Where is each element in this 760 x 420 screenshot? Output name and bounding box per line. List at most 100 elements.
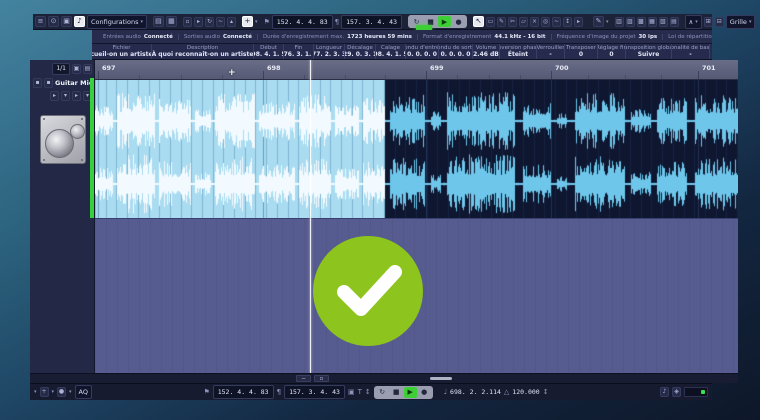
mixconsole-icon[interactable]: ≡ (35, 16, 46, 27)
ruler[interactable]: 697 698 699 700 701 (95, 60, 738, 80)
panel-top-bar: 1/1 ▣ ▤ (30, 62, 95, 75)
snap-on-icon[interactable]: ⊞ (703, 16, 713, 27)
tempo-display[interactable]: 120.000 (512, 388, 539, 396)
camera-icon[interactable]: ▣ (72, 63, 81, 74)
tool-split-icon[interactable]: ✂ (508, 16, 517, 27)
track-option-2-button[interactable]: ▾ (61, 91, 70, 101)
bottom-transport-bar: ▾ + ▾ ● ▾ AQ ⚑ 152. 4. 4. 83 ¶ 157. 3. 4… (30, 383, 712, 400)
playhead-cursor[interactable] (310, 60, 311, 373)
color-tool-icon[interactable]: ✎ (593, 16, 604, 27)
solo-editor-button[interactable]: ▫ (182, 16, 192, 27)
grid-view-4-icon[interactable]: ▦ (647, 16, 657, 27)
aq-button[interactable]: AQ (74, 385, 92, 399)
quarter-note-icon: ♩ (443, 388, 448, 396)
grid-dropdown[interactable]: Grille ▾ (725, 14, 756, 29)
record-button[interactable]: ● (452, 16, 465, 27)
locator-right-icon[interactable]: ¶ (335, 18, 339, 26)
cycle-time-display[interactable]: 157. 3. 4. 43 (341, 14, 402, 29)
tool-erase-icon[interactable]: ▱ (519, 16, 528, 27)
audition-volume-button[interactable]: ~ (215, 16, 225, 27)
autoscroll-button[interactable]: ▴ (226, 16, 236, 27)
tool-listen-icon[interactable]: ▸ (574, 16, 583, 27)
audition-loop-button[interactable]: ↻ (204, 16, 214, 27)
tempo-stepper-icon[interactable]: ↕ (543, 388, 549, 396)
bottom-position-display[interactable]: 152. 4. 4. 83 (212, 385, 274, 399)
grid-view-1-icon[interactable]: ▥ (614, 16, 624, 27)
studio-monitor-icon[interactable]: ▤ (152, 16, 164, 27)
grid-view-5-icon[interactable]: ▧ (658, 16, 668, 27)
status-pan-law[interactable]: Loi de répartition stéréo du projetÉnerg… (663, 34, 712, 40)
status-record-time[interactable]: Durée d'enregistrement max. 1723 heures 5… (258, 33, 418, 40)
tool-zoom-icon[interactable]: ◎ (541, 16, 550, 27)
studio-camera-icon[interactable]: ▦ (165, 16, 177, 27)
zoom-preset-button[interactable]: ▫ (314, 375, 329, 382)
ruler-minor-tick (303, 75, 305, 79)
snap-mode-icon[interactable]: ● (57, 387, 67, 397)
info-col-global-transpose: Transposition globaleSuivre (626, 44, 672, 59)
chevron-down-icon[interactable]: ▾ (52, 389, 55, 395)
chevron-down-icon[interactable]: ▾ (255, 19, 258, 25)
track-solo-button[interactable]: ▪ (44, 78, 53, 88)
crosshair-snap-icon[interactable]: + (39, 387, 49, 397)
ruler-tick (551, 71, 552, 79)
window-layout-icon[interactable]: ⊙ (48, 16, 59, 27)
chevron-down-icon[interactable]: ▾ (606, 19, 609, 25)
record-button[interactable]: ● (418, 387, 431, 398)
level-meter-led (701, 390, 706, 394)
chevron-down-icon: ▾ (140, 18, 143, 25)
waveform-display[interactable] (95, 80, 738, 218)
grid-label: Grille (729, 17, 747, 26)
grid-view-6-icon[interactable]: ▤ (669, 16, 679, 27)
track-option-1-button[interactable]: ▸ (50, 91, 59, 101)
grid-view-2-icon[interactable]: ▨ (625, 16, 635, 27)
song-position-display[interactable]: 698. 2. 2.114 (450, 388, 501, 396)
scrollbar-thumb[interactable] (430, 377, 452, 380)
check-circle (313, 236, 423, 346)
locator-left-icon[interactable]: ⚑ (264, 18, 270, 26)
tool-stretch-icon[interactable]: ↕ (563, 16, 572, 27)
play-button[interactable]: ▶ (438, 16, 451, 27)
ruler-minor-tick (180, 75, 182, 79)
curve-type-dropdown[interactable]: ∧ ▾ (684, 14, 702, 29)
lock-icon[interactable]: ▣ (348, 388, 355, 396)
tool-select-icon[interactable]: ↖ (473, 16, 484, 27)
tool-range-icon[interactable]: ▭ (486, 16, 495, 27)
bottom-cycle-display[interactable]: 157. 3. 4. 43 (284, 385, 345, 399)
crosshair-tool-button[interactable]: + (241, 16, 253, 27)
chevron-down-icon[interactable]: ▾ (69, 389, 72, 395)
scroll-strip: − ▫ (30, 373, 738, 383)
snap-type-icon[interactable]: ⊟ (714, 16, 724, 27)
speaker-image (40, 115, 86, 164)
updown-icon[interactable]: ↕ (365, 388, 371, 396)
cycle-button[interactable]: ↻ (376, 387, 389, 398)
status-record-format[interactable]: Format d'enregistrement 44.1 kHz - 16 bit (418, 33, 552, 40)
zoom-out-button[interactable]: − (296, 375, 311, 382)
locator-left-icon[interactable]: ⚑ (203, 388, 209, 396)
midi-activity-icon[interactable]: ◈ (672, 387, 682, 397)
inspector-icon[interactable]: ▣ (61, 16, 72, 27)
ruler-tick-label: 701 (702, 64, 716, 72)
ruler-minor-tick (385, 75, 387, 79)
options-dropdown-icon[interactable]: ▾ (34, 389, 37, 395)
track-option-3-button[interactable]: ▸ (72, 91, 81, 101)
letter-t-icon[interactable]: T (358, 388, 362, 396)
info-col-offset: Décalage829. 0. 3. 17 (345, 44, 376, 59)
track-mute-button[interactable]: ▪ (33, 78, 42, 88)
locator-right-icon[interactable]: ¶ (277, 388, 281, 396)
tool-scrub-icon[interactable]: ~ (552, 16, 561, 27)
status-audio-inputs[interactable]: Entrées audio Connecté (98, 33, 179, 40)
configurations-dropdown[interactable]: Configurations ▾ (87, 14, 147, 29)
play-button[interactable]: ▶ (403, 386, 417, 398)
audio-activity-icon[interactable]: ♪ (660, 387, 670, 397)
tool-mute-icon[interactable]: × (530, 16, 539, 27)
audition-play-button[interactable]: ▸ (193, 16, 203, 27)
status-frame-rate[interactable]: Fréquence d'image du projet 30 ips (552, 33, 664, 40)
tool-draw-icon[interactable]: ✎ (497, 16, 506, 27)
metronome-icon[interactable]: △ (504, 388, 509, 396)
status-audio-outputs[interactable]: Sorties audio Connecté (179, 33, 258, 40)
monitor-icon[interactable]: ▤ (83, 63, 92, 74)
position-time-display[interactable]: 152. 4. 4. 83 (271, 14, 333, 29)
stop-button[interactable]: ■ (390, 387, 403, 398)
grid-view-3-icon[interactable]: ▩ (636, 16, 646, 27)
editor-note-icon[interactable]: ♪ (74, 16, 85, 27)
